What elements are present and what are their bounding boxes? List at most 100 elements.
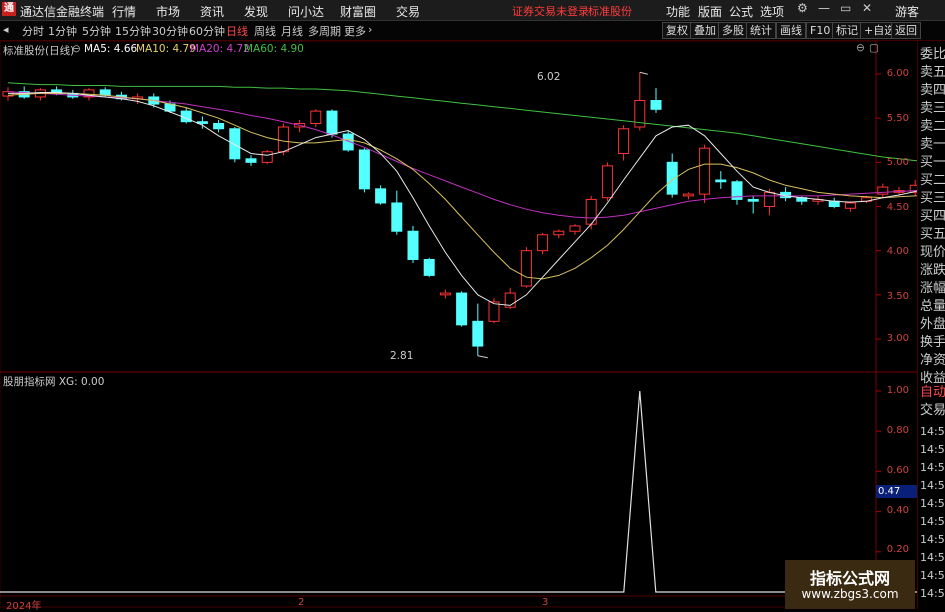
minimize-icon[interactable]: — xyxy=(818,1,830,15)
tick-time: 14:5 xyxy=(920,569,945,582)
collapse-icon[interactable]: ◂ xyxy=(3,23,9,36)
side-item[interactable]: 涨幅 xyxy=(920,281,945,297)
indicator-tick: 0.40 xyxy=(886,505,909,516)
tab-5min[interactable]: 5分钟 xyxy=(82,23,111,39)
ma5-label: MA5: 4.66 xyxy=(84,43,138,55)
tab-60min[interactable]: 60分钟 xyxy=(189,23,225,39)
expand-icon[interactable]: ▢ xyxy=(869,42,879,54)
side-item-auto[interactable]: 自动 xyxy=(920,385,945,401)
more-arrow-icon[interactable]: › xyxy=(368,23,372,36)
zoom-icon[interactable]: ⊖ xyxy=(856,42,865,54)
tab-30min[interactable]: 30分钟 xyxy=(152,23,188,39)
menu-layout[interactable]: 版面 xyxy=(698,3,722,20)
candle-body xyxy=(439,292,451,296)
candle-body xyxy=(423,259,435,276)
settings-small-icon[interactable]: ⊖ xyxy=(72,43,81,55)
date-label: 3 xyxy=(542,597,549,608)
candle-body xyxy=(844,202,856,209)
button-f10[interactable]: F10 xyxy=(806,22,835,39)
indicator-tick: 0.80 xyxy=(886,425,909,436)
side-item[interactable]: 外盘 xyxy=(920,317,945,333)
side-item[interactable]: 卖一 xyxy=(920,137,945,153)
ma20-label: MA20: 4.72 xyxy=(190,43,250,55)
side-item[interactable]: 净资 xyxy=(920,353,945,369)
menu-options[interactable]: 选项 xyxy=(760,3,784,20)
candle-body xyxy=(585,198,597,225)
candle-body xyxy=(99,89,111,96)
tab-weekly[interactable]: 周线 xyxy=(254,23,276,39)
side-item-trade[interactable]: 交易 xyxy=(920,403,945,419)
xg-indicator-line xyxy=(0,390,917,593)
side-item[interactable]: 换手 xyxy=(920,335,945,351)
menu-quotes[interactable]: 行情 xyxy=(112,3,136,20)
guest-label[interactable]: 游客 xyxy=(895,3,919,20)
menu-trade[interactable]: 交易 xyxy=(396,3,420,20)
tab-monthly[interactable]: 月线 xyxy=(281,23,303,39)
price-tick: 4.50 xyxy=(886,202,909,213)
side-item[interactable]: 卖五 xyxy=(920,65,945,81)
side-item[interactable]: 委比 xyxy=(920,47,945,63)
side-item[interactable]: 现价 xyxy=(920,245,945,261)
side-item[interactable]: 涨跌 xyxy=(920,263,945,279)
side-item[interactable]: 总量 xyxy=(920,299,945,315)
side-item[interactable]: 买五 xyxy=(920,227,945,243)
menu-wealth[interactable]: 财富圈 xyxy=(340,3,376,20)
side-item[interactable]: 卖二 xyxy=(920,119,945,135)
side-item[interactable]: 买一 xyxy=(920,155,945,171)
side-item[interactable]: 买三 xyxy=(920,191,945,207)
low-price-label: 2.81 xyxy=(390,350,414,362)
tab-1min[interactable]: 1分钟 xyxy=(48,23,77,39)
menu-formula[interactable]: 公式 xyxy=(729,3,753,20)
high-price-label: 6.02 xyxy=(537,71,561,83)
price-tick: 4.00 xyxy=(886,246,909,257)
watermark-title: 指标公式网 xyxy=(809,569,890,588)
tab-multi-period[interactable]: 多周期 xyxy=(308,23,341,39)
settings-icon[interactable]: ⚙ xyxy=(797,1,808,15)
menu-function[interactable]: 功能 xyxy=(666,3,690,20)
menu-market[interactable]: 市场 xyxy=(156,3,180,20)
button-mark[interactable]: 标记 xyxy=(832,22,862,39)
price-tick: 3.50 xyxy=(886,291,909,302)
tab-15min[interactable]: 15分钟 xyxy=(115,23,151,39)
button-back[interactable]: 返回 xyxy=(891,22,921,39)
tick-time: 14:5 xyxy=(920,425,945,438)
ma20-line xyxy=(7,91,917,219)
login-status[interactable]: 证券交易未登录 xyxy=(512,3,589,19)
maximize-icon[interactable]: ▭ xyxy=(840,1,851,15)
price-tick: 6.00 xyxy=(886,68,909,79)
tick-time: 14:5 xyxy=(920,533,945,546)
side-item[interactable]: 卖四 xyxy=(920,83,945,99)
tab-intraday[interactable]: 分时 xyxy=(22,23,44,39)
crosshair-value-badge: 0.47 xyxy=(876,485,918,498)
menu-discover[interactable]: 发现 xyxy=(244,3,268,20)
date-label: 2 xyxy=(298,597,305,608)
side-item[interactable]: 买四 xyxy=(920,209,945,225)
button-statistics[interactable]: 统计 xyxy=(746,22,776,39)
button-draw[interactable]: 画线 xyxy=(776,22,806,39)
candle-body xyxy=(456,292,468,326)
button-multi-stock[interactable]: 多股 xyxy=(718,22,748,39)
side-item[interactable]: 买二 xyxy=(920,173,945,189)
candle-body xyxy=(310,110,322,124)
watermark-url: www.zbgs3.com xyxy=(801,587,899,601)
candle-body xyxy=(407,230,419,261)
button-overlay[interactable]: 叠加 xyxy=(690,22,720,39)
tick-time: 14:5 xyxy=(920,515,945,528)
price-tick: 5.00 xyxy=(886,157,909,168)
candle-body xyxy=(828,200,840,207)
candle-body xyxy=(375,188,387,204)
indicator-tick: 0.60 xyxy=(886,465,909,476)
chart-frame xyxy=(0,41,877,608)
candle-body xyxy=(520,250,532,287)
menu-news[interactable]: 资讯 xyxy=(200,3,224,20)
kline-chart[interactable] xyxy=(0,41,917,609)
close-icon[interactable]: ✕ xyxy=(862,1,872,15)
title-bar: 通 通达信金融终端 行情 市场 资讯 发现 问小达 财富圈 交易 证券交易未登录… xyxy=(0,0,945,21)
tab-more[interactable]: 更多 xyxy=(344,23,366,39)
tab-daily[interactable]: 日线 xyxy=(226,23,248,39)
side-item[interactable]: 卖三 xyxy=(920,101,945,117)
tick-time: 14:5 xyxy=(920,443,945,456)
menu-ask[interactable]: 问小达 xyxy=(288,3,324,20)
indicator-tick: 1.00 xyxy=(886,385,909,396)
button-adjust[interactable]: 复权 xyxy=(662,22,692,39)
